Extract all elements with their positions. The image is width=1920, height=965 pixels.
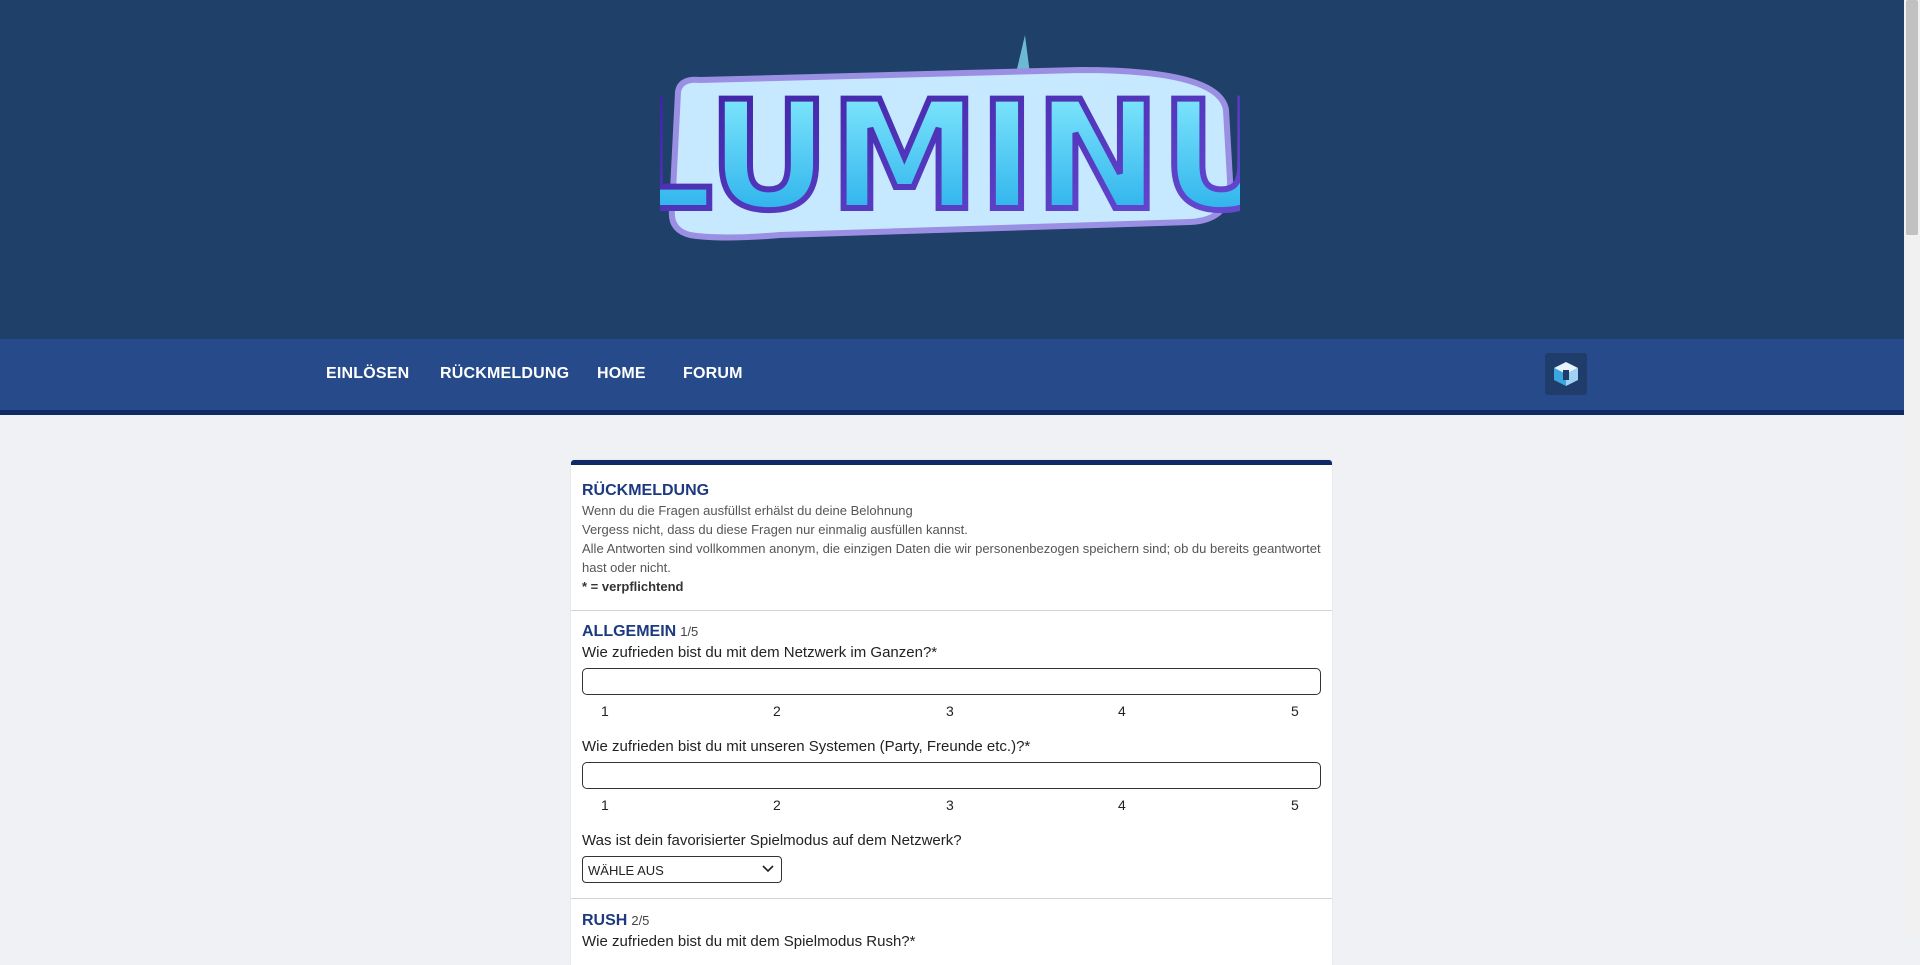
luminu-logo[interactable]: LUMINU [660,30,1240,270]
nav-item-home[interactable]: HOME [597,365,646,383]
divider [571,898,1332,899]
scale-label: 1 [601,703,609,719]
feedback-card: RÜCKMELDUNG Wenn du die Fragen ausfüllst… [571,460,1332,965]
scale-label: 4 [1118,703,1126,719]
intro-section: RÜCKMELDUNG Wenn du die Fragen ausfüllst… [571,465,1332,610]
scale-label: 2 [773,797,781,813]
section-count: 2/5 [631,913,650,928]
scale-label: 4 [1118,797,1126,813]
intro-text: Wenn du die Fragen ausfüllst erhälst du … [582,501,1322,596]
question-label: Wie zufrieden bist du mit unseren System… [582,738,1031,755]
section-title-rush: RUSH 2/5 [582,912,650,929]
nav-item-rueckmeldung[interactable]: RÜCKMELDUNG [440,365,569,383]
main-nav: EINLÖSEN RÜCKMELDUNG HOME FORUM [0,339,1904,415]
gamemode-select[interactable]: WÄHLE AUS [582,856,782,883]
chevron-down-icon [762,865,774,873]
rating-slider-network[interactable] [582,668,1321,695]
scrollbar-thumb[interactable] [1906,0,1918,235]
divider [571,610,1332,611]
required-note: * = verpflichtend [582,579,684,594]
svg-text:LUMINU: LUMINU [660,70,1240,244]
section-count: 1/5 [680,624,699,639]
scale-label: 5 [1291,703,1299,719]
scale-label: 3 [946,797,954,813]
scale-label: 5 [1291,797,1299,813]
intro-line: Alle Antworten sind vollkommen anonym, d… [582,541,1321,575]
section-title-allgemein: ALLGEMEIN 1/5 [582,623,699,640]
nav-item-einloesen[interactable]: EINLÖSEN [326,365,409,383]
page-scrollbar[interactable] [1904,0,1920,937]
feedback-title: RÜCKMELDUNG [582,482,710,499]
required-label: verpflichtend [601,579,684,594]
rating-slider-systems[interactable] [582,762,1321,789]
select-value: WÄHLE AUS [588,863,664,878]
intro-line: Vergess nicht, dass du diese Fragen nur … [582,522,968,537]
scale-label: 1 [601,797,609,813]
question-label: Wie zufrieden bist du mit dem Spielmodus… [582,933,916,950]
scale-label: 3 [946,703,954,719]
hero-banner: LUMINU [0,0,1904,339]
minecraft-block-icon [1554,362,1578,386]
profile-avatar[interactable] [1545,353,1587,395]
nav-item-forum[interactable]: FORUM [683,365,743,383]
question-label: Was ist dein favorisierter Spielmodus au… [582,832,962,849]
scale-label: 2 [773,703,781,719]
question-label: Wie zufrieden bist du mit dem Netzwerk i… [582,644,938,661]
intro-line: Wenn du die Fragen ausfüllst erhälst du … [582,503,913,518]
